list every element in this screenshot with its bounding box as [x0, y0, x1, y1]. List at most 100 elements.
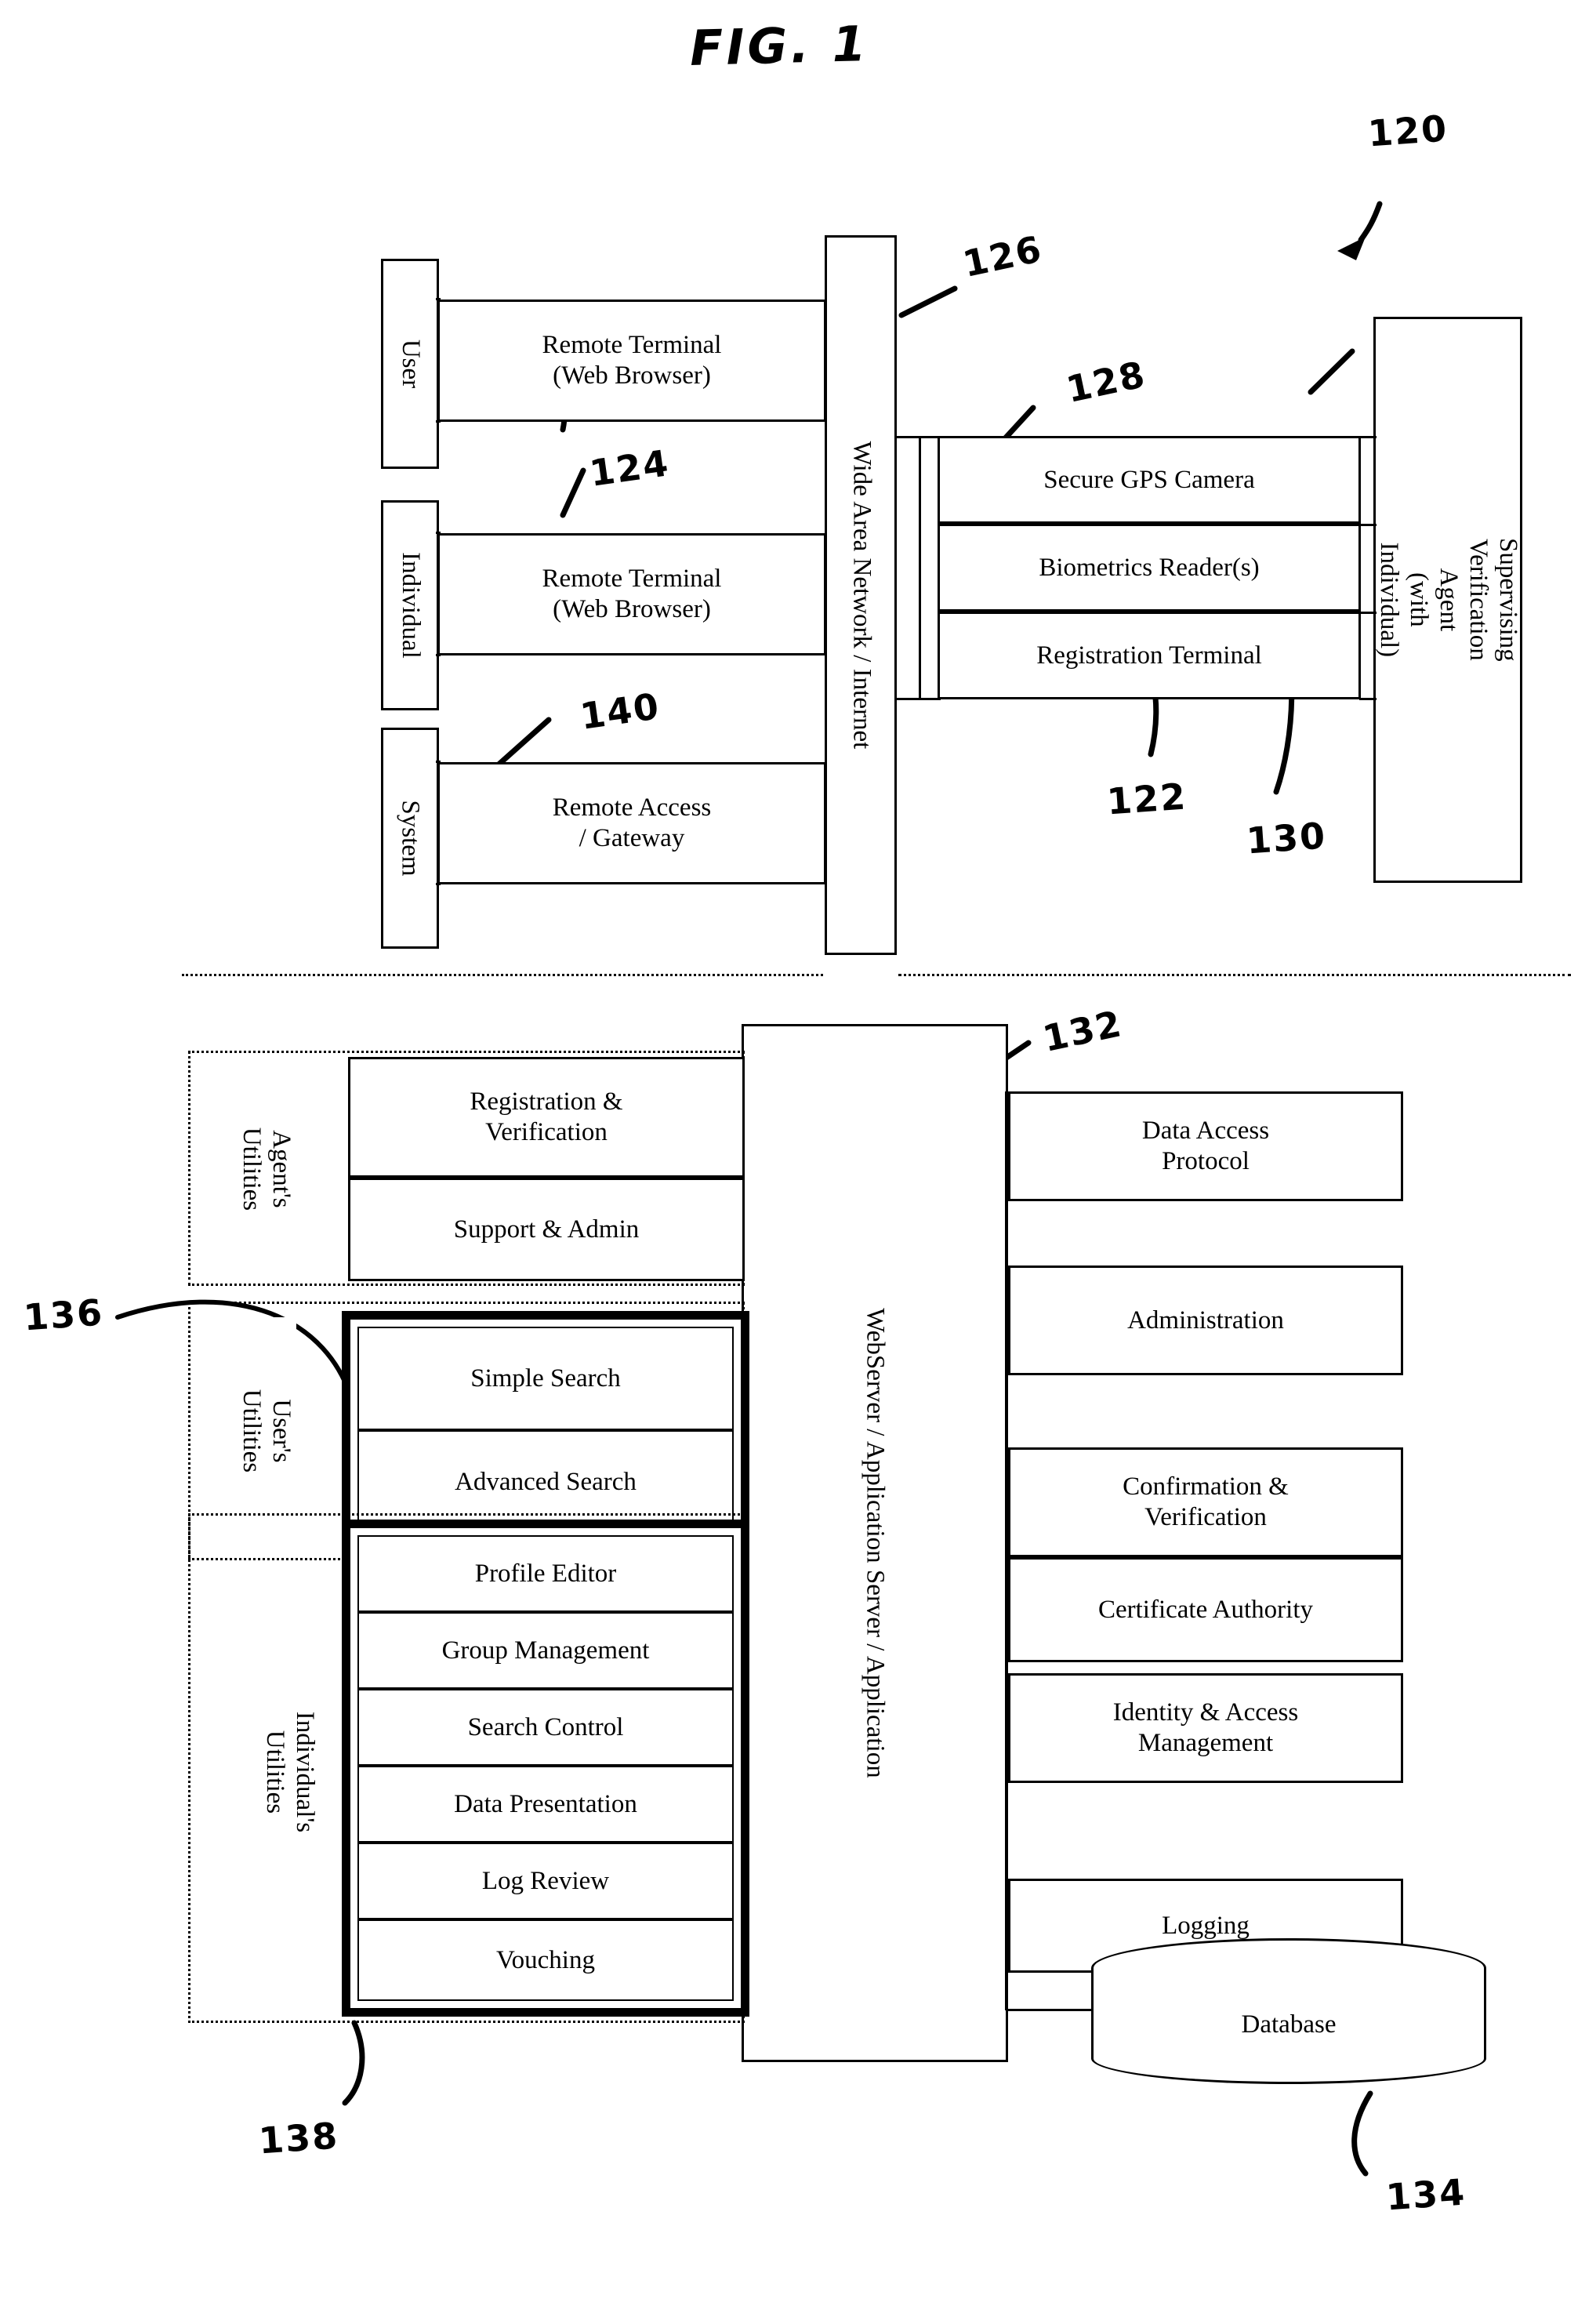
secure-gps-camera-label: Secure GPS Camera: [1043, 465, 1255, 494]
webserver-application-label: WebServer / Application Server / Applica…: [861, 1308, 890, 1778]
service-confirmation-verification-line1: Confirmation &: [1123, 1472, 1289, 1502]
agent-stub-4: [1359, 698, 1377, 700]
actor-user: User: [381, 259, 439, 469]
database-label: Database: [1241, 2010, 1337, 2039]
ref-numeral-124: 124: [586, 441, 673, 495]
service-data-access-protocol-line1: Data Access: [1141, 1117, 1270, 1146]
individual-utility-search-control-label: Search Control: [467, 1712, 624, 1741]
service-bus-vertical: [1005, 1091, 1007, 2010]
agent-stub-3: [1359, 612, 1377, 614]
ref-numeral-134: 134: [1384, 2170, 1467, 2219]
individual-utility-log-review[interactable]: Log Review: [357, 1843, 734, 1919]
actor-user-label: User: [396, 339, 425, 389]
service-certificate-authority[interactable]: Certificate Authority: [1008, 1557, 1403, 1662]
agent-utility-registration-verification[interactable]: Registration & Verification: [348, 1057, 745, 1178]
stub-user-bottom: [436, 420, 441, 423]
ref-numeral-140: 140: [577, 684, 663, 738]
ref-numeral-130: 130: [1245, 814, 1328, 862]
individual-utility-group-management[interactable]: Group Management: [357, 1612, 734, 1689]
service-confirmation-verification-line2: Verification: [1144, 1503, 1267, 1531]
registration-terminal-label: Registration Terminal: [1036, 641, 1262, 670]
biometrics-reader-label: Biometrics Reader(s): [1039, 553, 1260, 582]
remote-terminal-user-line2: (Web Browser): [553, 361, 711, 390]
stub-user-top: [436, 298, 441, 300]
user-utility-simple-search-label: Simple Search: [470, 1364, 621, 1393]
agent-stub-1: [1359, 436, 1377, 438]
actor-system: System: [381, 728, 439, 949]
capture-bus-top-stub: [897, 436, 941, 438]
users-utilities-title-holder: User's Utilities: [235, 1317, 296, 1545]
agent-utility-support-admin[interactable]: Support & Admin: [348, 1178, 745, 1281]
service-identity-access-management[interactable]: Identity & Access Management: [1008, 1673, 1403, 1783]
stub-individual-bottom: [436, 654, 441, 656]
biometrics-reader: Biometrics Reader(s): [938, 524, 1361, 612]
agent-utility-registration-verification-line1: Registration &: [470, 1088, 623, 1117]
agents-utilities-title: Agent's Utilities: [238, 1127, 296, 1211]
remote-access-gateway-line2: / Gateway: [579, 824, 685, 852]
ref-numeral-120: 120: [1366, 107, 1449, 155]
agents-utilities-title-holder: Agent's Utilities: [235, 1066, 296, 1272]
individual-utility-vouching[interactable]: Vouching: [357, 1919, 734, 2001]
actor-individual-label: Individual: [396, 552, 425, 659]
supervising-verification-agent-label: Supervising Verification Agent (with Indi…: [1375, 538, 1522, 662]
remote-access-gateway-line1: Remote Access: [552, 793, 712, 822]
stub-system-top: [436, 761, 441, 763]
database-cylinder: Database: [1091, 1968, 1486, 2084]
supervising-verification-agent-panel: Supervising Verification Agent (with Indi…: [1373, 317, 1522, 883]
individual-utility-data-presentation[interactable]: Data Presentation: [357, 1766, 734, 1843]
individual-utility-data-presentation-label: Data Presentation: [454, 1789, 637, 1818]
ref-numeral-132: 132: [1039, 1001, 1126, 1061]
individuals-utilities-title: Individual's Utilities: [261, 1711, 319, 1833]
remote-access-gateway: Remote Access / Gateway: [437, 762, 826, 884]
service-logging-label: Logging: [1162, 1911, 1250, 1940]
user-utility-advanced-search-label: Advanced Search: [455, 1467, 637, 1496]
stub-individual-top: [436, 532, 441, 534]
ref-numeral-136: 136: [22, 1291, 105, 1339]
agent-stub-2: [1359, 524, 1377, 526]
registration-terminal: Registration Terminal: [938, 612, 1361, 699]
individual-utility-vouching-label: Vouching: [496, 1945, 595, 1974]
service-identity-access-management-line1: Identity & Access: [1112, 1698, 1299, 1727]
agent-utility-support-admin-label: Support & Admin: [453, 1215, 640, 1244]
remote-terminal-individual: Remote Terminal (Web Browser): [437, 533, 826, 655]
remote-terminal-user: Remote Terminal (Web Browser): [437, 300, 826, 422]
stub-system-bottom: [436, 883, 441, 885]
users-utilities-title: User's Utilities: [238, 1389, 296, 1473]
remote-terminal-individual-line2: (Web Browser): [553, 595, 711, 623]
service-stub-database: [1007, 2009, 1101, 2011]
individual-utility-profile-editor[interactable]: Profile Editor: [357, 1535, 734, 1612]
service-confirmation-verification[interactable]: Confirmation & Verification: [1008, 1447, 1403, 1557]
individuals-utilities-title-holder: Individual's Utilities: [259, 1560, 320, 1984]
service-data-access-protocol[interactable]: Data Access Protocol: [1008, 1091, 1403, 1201]
user-utility-simple-search[interactable]: Simple Search: [357, 1327, 734, 1430]
ref-numeral-138: 138: [257, 2114, 340, 2162]
ref-numeral-128: 128: [1062, 352, 1150, 412]
tier-divider-right: [898, 974, 1571, 976]
capture-bus-bottom-stub: [897, 698, 941, 700]
actor-system-label: System: [396, 800, 425, 877]
individual-utility-search-control[interactable]: Search Control: [357, 1689, 734, 1766]
service-administration[interactable]: Administration: [1008, 1265, 1403, 1375]
remote-terminal-individual-line1: Remote Terminal: [542, 565, 722, 594]
service-stub-1: [1007, 1091, 1013, 1094]
service-stub-2: [1007, 1265, 1013, 1268]
remote-terminal-user-line1: Remote Terminal: [542, 331, 722, 360]
actor-individual: Individual: [381, 500, 439, 710]
wide-area-network-column: Wide Area Network / Internet: [825, 235, 897, 955]
service-certificate-authority-label: Certificate Authority: [1097, 1595, 1313, 1624]
webserver-application-column: WebServer / Application Server / Applica…: [742, 1024, 1008, 2062]
agent-utility-registration-verification-line2: Verification: [485, 1118, 608, 1146]
ref-numeral-126: 126: [959, 227, 1046, 286]
individual-utility-log-review-label: Log Review: [481, 1866, 610, 1895]
figure-title: FIG. 1: [689, 15, 870, 77]
service-identity-access-management-line2: Management: [1137, 1729, 1274, 1757]
service-stub-5: [1007, 1879, 1013, 1881]
capture-bus-vertical: [919, 436, 921, 699]
wide-area-network-label: Wide Area Network / Internet: [847, 441, 876, 750]
service-stub-3: [1007, 1447, 1013, 1450]
service-data-access-protocol-line2: Protocol: [1162, 1147, 1250, 1175]
service-stub-4: [1007, 1673, 1013, 1676]
individual-utility-group-management-label: Group Management: [441, 1636, 650, 1665]
secure-gps-camera: Secure GPS Camera: [938, 436, 1361, 524]
service-administration-label: Administration: [1127, 1305, 1284, 1334]
